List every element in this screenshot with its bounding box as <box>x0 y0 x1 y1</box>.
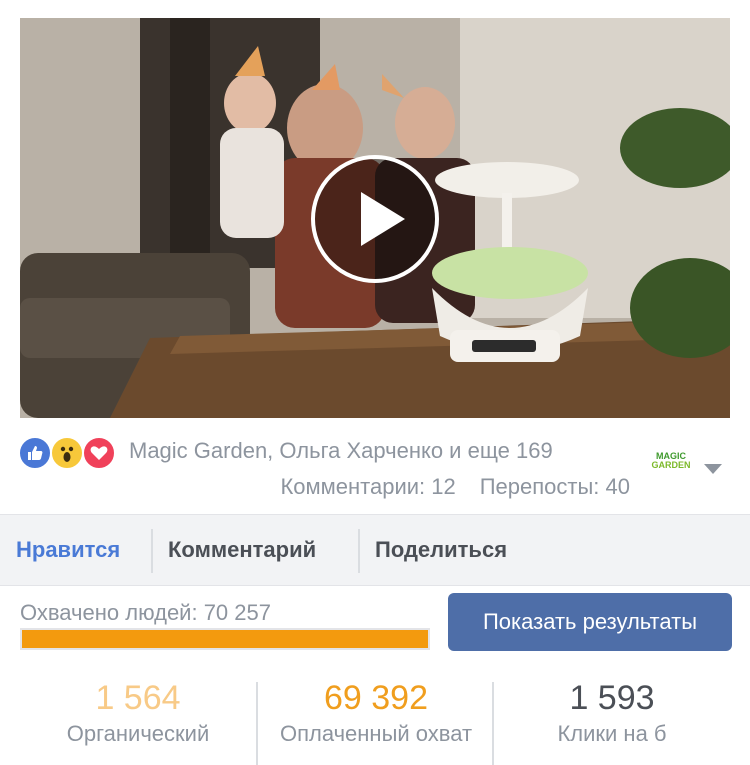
like-icon <box>18 436 52 470</box>
chevron-down-icon[interactable] <box>704 464 722 474</box>
logo-line-2: GARDEN <box>651 460 691 470</box>
comments-count[interactable]: Комментарии: 12 <box>280 474 455 499</box>
comment-button[interactable]: Комментарий <box>168 515 316 585</box>
page-logo[interactable]: MAGIC GARDEN <box>645 452 697 482</box>
stat-organic-value: 1 564 <box>95 679 181 717</box>
play-button[interactable] <box>311 155 439 283</box>
reach-label: Охвачено людей: 70 257 <box>20 600 271 625</box>
reactors-names[interactable]: Magic Garden, Ольга Харченко и еще 169 <box>129 438 553 464</box>
stat-clicks-value: 1 593 <box>569 679 655 717</box>
video-player[interactable] <box>20 18 730 418</box>
like-button[interactable]: Нравится <box>16 515 120 585</box>
stat-paid-label: Оплаченный охват <box>279 721 473 746</box>
play-icon <box>361 192 405 246</box>
stat-organic-label: Органический <box>66 721 210 746</box>
divider <box>151 529 153 573</box>
share-button[interactable]: Поделиться <box>375 515 507 585</box>
reach-progress-fill <box>22 630 428 648</box>
stat-clicks-label: Клики на б <box>557 721 667 746</box>
reaction-icons[interactable] <box>18 436 118 470</box>
post-actions-bar: Нравится Комментарий Поделиться <box>0 514 750 586</box>
stat-organic: 1 564 Органический <box>18 678 258 765</box>
stat-paid: 69 392 Оплаченный охват <box>258 678 494 765</box>
stat-paid-value: 69 392 <box>324 679 428 717</box>
love-icon <box>82 436 116 470</box>
show-results-button[interactable]: Показать результаты <box>448 593 732 651</box>
stat-clicks: 1 593 Клики на б <box>494 678 730 765</box>
engagement-counts: Комментарии: 12 Перепосты: 40 <box>280 474 630 500</box>
divider <box>358 529 360 573</box>
shares-count[interactable]: Перепосты: 40 <box>480 474 630 499</box>
wow-icon <box>50 436 84 470</box>
reach-progress-bar <box>20 628 430 650</box>
